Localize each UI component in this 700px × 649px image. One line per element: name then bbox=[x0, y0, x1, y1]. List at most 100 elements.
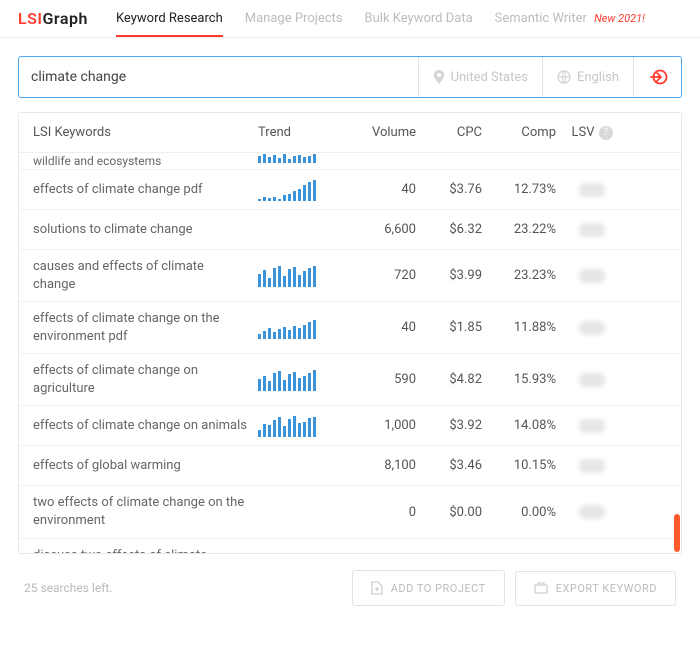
cpc-cell: $3.76 bbox=[416, 182, 482, 197]
volume-cell: 40 bbox=[338, 320, 416, 335]
table-row[interactable]: effects of climate change pdf 40 $3.76 1… bbox=[19, 170, 681, 210]
table-row[interactable]: effects of climate change on agriculture… bbox=[19, 354, 681, 406]
sparkline bbox=[258, 265, 338, 287]
keyword-cell: effects of climate change pdf bbox=[33, 173, 258, 207]
search-submit-button[interactable] bbox=[633, 57, 681, 97]
keyword-cell: effects of climate change on the environ… bbox=[33, 302, 258, 353]
export-keyword-button[interactable]: EXPORT KEYWORD bbox=[515, 571, 676, 606]
lsv-blurred bbox=[579, 419, 605, 433]
col-header-keywords[interactable]: LSI Keywords bbox=[33, 125, 258, 140]
nav-semantic-writer[interactable]: Semantic Writer New 2021! bbox=[495, 0, 645, 37]
lsv-blurred bbox=[579, 269, 605, 283]
volume-cell: 6,600 bbox=[338, 222, 416, 237]
searches-left-label: 25 searches left. bbox=[24, 581, 112, 595]
table-header: LSI Keywords Trend Volume CPC Comp LSV ? bbox=[19, 113, 681, 153]
comp-cell: 14.08% bbox=[482, 418, 556, 433]
volume-cell: 590 bbox=[338, 372, 416, 387]
table-row[interactable]: effects of climate change on the environ… bbox=[19, 302, 681, 354]
comp-cell: 0.00% bbox=[482, 505, 556, 520]
volume-cell: 8,100 bbox=[338, 458, 416, 473]
cpc-cell: $0.00 bbox=[416, 505, 482, 520]
volume-cell: 40 bbox=[338, 182, 416, 197]
volume-cell: 720 bbox=[338, 268, 416, 283]
col-header-comp[interactable]: Comp bbox=[482, 125, 556, 140]
language-label: English bbox=[577, 70, 619, 85]
add-to-project-button[interactable]: ADD TO PROJECT bbox=[352, 570, 505, 606]
globe-icon bbox=[557, 70, 571, 84]
keyword-cell: effects of climate change on agriculture bbox=[33, 354, 258, 405]
nav-bulk-keyword-data[interactable]: Bulk Keyword Data bbox=[365, 0, 473, 37]
file-plus-icon bbox=[371, 581, 383, 595]
brand-right: Graph bbox=[43, 9, 88, 28]
help-icon[interactable]: ? bbox=[599, 126, 613, 140]
brand-logo: LSIGraph bbox=[18, 9, 88, 28]
lsv-cell bbox=[556, 183, 628, 197]
sparkline bbox=[258, 369, 338, 391]
lsv-blurred bbox=[579, 183, 605, 197]
export-keyword-label: EXPORT KEYWORD bbox=[556, 582, 657, 595]
sparkline bbox=[258, 415, 338, 437]
brand-left: LSI bbox=[18, 9, 43, 28]
table-row[interactable]: effects of climate change on animals 1,0… bbox=[19, 406, 681, 446]
trend-cell bbox=[258, 179, 338, 201]
trend-cell bbox=[258, 265, 338, 287]
nav-manage-projects[interactable]: Manage Projects bbox=[245, 0, 343, 37]
comp-cell: 10.15% bbox=[482, 458, 556, 473]
sparkline bbox=[258, 179, 338, 201]
trend-cell bbox=[258, 153, 338, 163]
lsv-cell bbox=[556, 373, 628, 387]
export-icon bbox=[534, 582, 548, 594]
lsv-blurred bbox=[579, 373, 605, 387]
table-row[interactable]: discuss two effects of climate change on… bbox=[19, 539, 681, 553]
keyword-cell: two effects of climate change on the env… bbox=[33, 486, 258, 537]
results-panel: LSI Keywords Trend Volume CPC Comp LSV ?… bbox=[18, 112, 682, 554]
table-body: wildlife and ecosystems effects of clima… bbox=[19, 153, 681, 553]
scrollbar-thumb[interactable] bbox=[674, 514, 680, 552]
comp-cell: 11.88% bbox=[482, 320, 556, 335]
add-to-project-label: ADD TO PROJECT bbox=[391, 582, 486, 595]
lsv-cell bbox=[556, 419, 628, 433]
lsv-cell bbox=[556, 459, 628, 473]
cpc-cell: $3.99 bbox=[416, 268, 482, 283]
comp-cell: 23.23% bbox=[482, 268, 556, 283]
nav-keyword-research[interactable]: Keyword Research bbox=[116, 0, 223, 37]
lsv-cell bbox=[556, 223, 628, 237]
keyword-cell: solutions to climate change bbox=[33, 213, 258, 247]
table-row[interactable]: causes and effects of climate change 720… bbox=[19, 250, 681, 302]
footer-bar: 25 searches left. ADD TO PROJECT EXPORT … bbox=[18, 554, 682, 626]
lsv-blurred bbox=[579, 459, 605, 473]
keyword-cell: effects of climate change on animals bbox=[33, 409, 258, 443]
volume-cell: 0 bbox=[338, 505, 416, 520]
sparkline bbox=[258, 153, 338, 163]
keyword-cell: causes and effects of climate change bbox=[33, 250, 258, 301]
keyword-cell: wildlife and ecosystems bbox=[33, 153, 258, 169]
country-label: United States bbox=[451, 70, 528, 85]
sparkline bbox=[258, 317, 338, 339]
comp-cell: 15.93% bbox=[482, 372, 556, 387]
nav-semantic-writer-label: Semantic Writer bbox=[495, 11, 587, 26]
col-header-lsv-label: LSV bbox=[572, 125, 595, 140]
new-badge: New 2021! bbox=[594, 12, 645, 25]
col-header-cpc[interactable]: CPC bbox=[416, 125, 482, 140]
submit-icon bbox=[648, 67, 668, 87]
col-header-lsv[interactable]: LSV ? bbox=[556, 125, 628, 140]
lsv-cell bbox=[556, 269, 628, 283]
table-row[interactable]: solutions to climate change 6,600 $6.32 … bbox=[19, 210, 681, 250]
country-selector[interactable]: United States bbox=[418, 57, 542, 97]
table-row[interactable]: wildlife and ecosystems bbox=[19, 153, 681, 170]
table-row[interactable]: effects of global warming 8,100 $3.46 10… bbox=[19, 446, 681, 486]
search-query-input[interactable]: climate change bbox=[19, 57, 418, 97]
top-nav: LSIGraph Keyword Research Manage Project… bbox=[0, 0, 700, 38]
pin-icon bbox=[433, 70, 445, 84]
search-bar: climate change United States English bbox=[18, 56, 682, 98]
table-row[interactable]: two effects of climate change on the env… bbox=[19, 486, 681, 538]
content-area: climate change United States English LSI… bbox=[0, 38, 700, 632]
col-header-volume[interactable]: Volume bbox=[338, 125, 416, 140]
col-header-trend[interactable]: Trend bbox=[258, 125, 338, 140]
trend-cell bbox=[258, 369, 338, 391]
cpc-cell: $4.82 bbox=[416, 372, 482, 387]
trend-cell bbox=[258, 317, 338, 339]
language-selector[interactable]: English bbox=[542, 57, 633, 97]
cpc-cell: $1.85 bbox=[416, 320, 482, 335]
lsv-cell bbox=[556, 321, 628, 335]
